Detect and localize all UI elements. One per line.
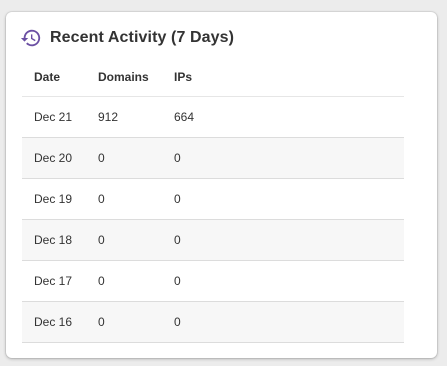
history-icon xyxy=(20,27,42,49)
cell-date: Dec 19 xyxy=(34,192,73,206)
cell-date: Dec 16 xyxy=(34,315,73,329)
table-row: Dec 19 0 0 xyxy=(22,179,404,220)
card-title: Recent Activity (7 Days) xyxy=(50,29,235,46)
table-row: Dec 20 0 0 xyxy=(22,138,404,179)
cell-date: Dec 21 xyxy=(34,110,73,124)
cell-ips: 664 xyxy=(174,110,195,124)
cell-date: Dec 17 xyxy=(34,274,73,288)
cell-date: Dec 20 xyxy=(34,151,73,165)
column-header-ips: IPs xyxy=(174,70,193,84)
table-row: Dec 18 0 0 xyxy=(22,220,404,261)
cell-domains: 0 xyxy=(98,192,105,206)
cell-ips: 0 xyxy=(174,274,181,288)
table-row: Dec 21 912 664 xyxy=(22,97,404,138)
cell-ips: 0 xyxy=(174,151,181,165)
table-header: Date Domains IPs xyxy=(22,68,404,97)
cell-domains: 0 xyxy=(98,151,105,165)
cell-date: Dec 18 xyxy=(34,233,73,247)
column-header-date: Date xyxy=(34,70,61,84)
column-header-domains: Domains xyxy=(98,70,149,84)
activity-table: Date Domains IPs Dec 21 912 664 Dec 20 0… xyxy=(22,68,404,343)
card-header: Recent Activity (7 Days) xyxy=(20,26,234,50)
cell-domains: 0 xyxy=(98,233,105,247)
table-row: Dec 17 0 0 xyxy=(22,261,404,302)
recent-activity-card: Recent Activity (7 Days) Date Domains IP… xyxy=(6,12,437,358)
table-row: Dec 16 0 0 xyxy=(22,302,404,343)
cell-ips: 0 xyxy=(174,315,181,329)
cell-ips: 0 xyxy=(174,192,181,206)
cell-domains: 0 xyxy=(98,274,105,288)
cell-domains: 912 xyxy=(98,110,119,124)
cell-ips: 0 xyxy=(174,233,181,247)
cell-domains: 0 xyxy=(98,315,105,329)
